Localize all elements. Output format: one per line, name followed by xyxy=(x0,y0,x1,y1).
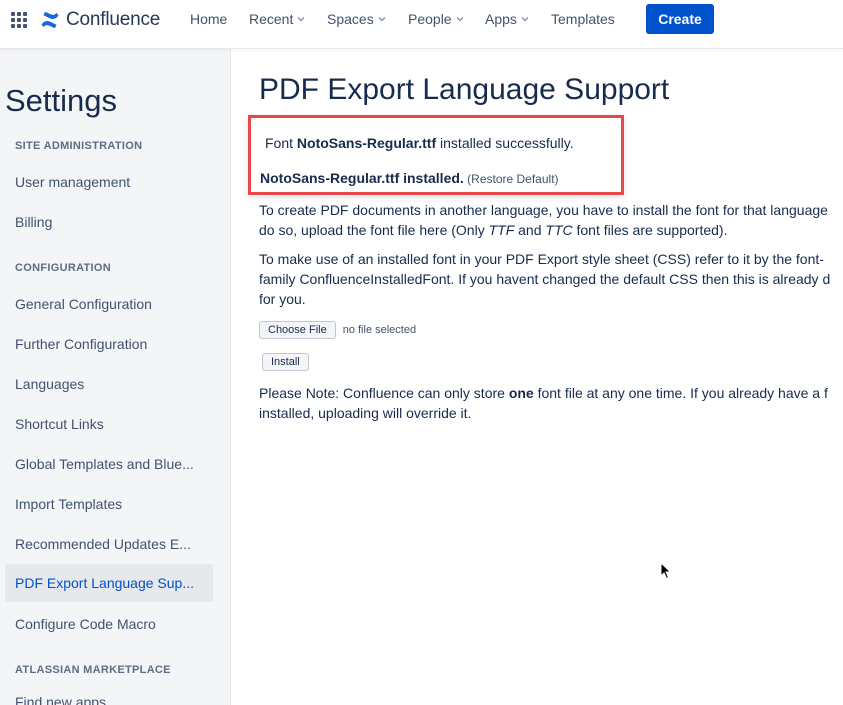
confluence-logo-icon xyxy=(41,11,59,29)
nav-spaces[interactable]: Spaces xyxy=(327,11,386,27)
chevron-down-icon xyxy=(297,17,305,22)
sidebar-item-further-configuration[interactable]: Further Configuration xyxy=(5,325,213,363)
section-atlassian-marketplace: ATLASSIAN MARKETPLACE xyxy=(15,664,171,676)
chevron-down-icon xyxy=(521,17,529,22)
sidebar-item-import-templates[interactable]: Import Templates xyxy=(5,485,213,523)
section-configuration: CONFIGURATION xyxy=(15,262,111,274)
nav-spaces-label: Spaces xyxy=(327,11,374,27)
section-site-administration: SITE ADMINISTRATION xyxy=(15,140,143,152)
logo-text: Confluence xyxy=(66,9,161,30)
notice-suffix: installed successfully. xyxy=(436,135,574,151)
install-success-message: Font NotoSans-Regular.ttf installed succ… xyxy=(265,135,574,151)
settings-sidebar: Settings SITE ADMINISTRATION User manage… xyxy=(0,48,231,705)
nav-templates-label: Templates xyxy=(551,11,615,27)
intro-line-1: To create PDF documents in another langu… xyxy=(259,202,828,218)
install-row: Install xyxy=(262,353,309,371)
confluence-logo[interactable]: Confluence xyxy=(40,9,160,31)
sidebar-item-billing[interactable]: Billing xyxy=(5,203,213,241)
css-usage-paragraph: To make use of an installed font in your… xyxy=(259,249,830,309)
create-button[interactable]: Create xyxy=(646,4,714,34)
success-notice: Font NotoSans-Regular.ttf installed succ… xyxy=(248,115,624,195)
main-content: PDF Export Language Support Font NotoSan… xyxy=(231,48,843,705)
nav-templates[interactable]: Templates xyxy=(551,11,615,27)
nav-people[interactable]: People xyxy=(408,11,464,27)
sidebar-item-languages[interactable]: Languages xyxy=(5,365,213,403)
sidebar-item-find-new-apps[interactable]: Find new apps xyxy=(5,683,213,705)
sidebar-item-pdf-export-language[interactable]: PDF Export Language Sup... xyxy=(5,564,213,602)
file-picker: Choose File no file selected xyxy=(259,321,416,339)
choose-file-button[interactable]: Choose File xyxy=(259,321,336,339)
font-name: NotoSans-Regular.ttf xyxy=(296,135,437,151)
nav-recent[interactable]: Recent xyxy=(249,11,305,27)
nav-home[interactable]: Home xyxy=(190,11,227,27)
sidebar-item-configure-code-macro[interactable]: Configure Code Macro xyxy=(5,605,213,643)
restore-close: ) xyxy=(554,172,559,186)
chevron-down-icon xyxy=(456,17,464,22)
restore-default-link[interactable]: Restore Default xyxy=(471,172,554,186)
nav-home-label: Home xyxy=(190,11,228,27)
no-file-selected-text: no file selected xyxy=(342,324,417,336)
nav-recent-label: Recent xyxy=(249,11,294,27)
note-line-1b: font file at any one time. If you alread… xyxy=(533,385,828,401)
note-line-1a: Please Note: Confluence can only store xyxy=(259,385,509,401)
sidebar-item-user-management[interactable]: User management xyxy=(5,163,213,201)
intro-line-2a: do so, upload the font file here (Only xyxy=(259,222,489,238)
nav-apps-label: Apps xyxy=(485,11,517,27)
intro-line-2b: font files are supported). xyxy=(572,222,728,238)
sidebar-item-recommended-updates[interactable]: Recommended Updates E... xyxy=(5,525,213,563)
note-paragraph: Please Note: Confluence can only store o… xyxy=(259,383,828,423)
intro-line-2: do so, upload the font file here (Only T… xyxy=(259,220,828,240)
sidebar-item-shortcut-links[interactable]: Shortcut Links xyxy=(5,405,213,443)
sidebar-title: Settings xyxy=(5,83,118,118)
note-line-1: Please Note: Confluence can only store o… xyxy=(259,383,828,403)
app-switcher-icon[interactable] xyxy=(11,12,27,28)
installed-font-text: NotoSans-Regular.ttf installed. xyxy=(260,170,464,186)
ttf-text: TTF xyxy=(488,222,515,238)
installed-font-status: NotoSans-Regular.ttf installed. (Restore… xyxy=(260,170,559,186)
chevron-down-icon xyxy=(378,17,386,22)
and-text: and xyxy=(514,222,546,238)
note-bold: one xyxy=(508,385,534,401)
sidebar-item-general-configuration[interactable]: General Configuration xyxy=(5,285,213,323)
top-navigation: Confluence Home Recent Spaces People App… xyxy=(0,0,843,48)
note-line-2: installed, uploading will override it. xyxy=(259,405,472,421)
page-title: PDF Export Language Support xyxy=(259,73,670,106)
install-button[interactable]: Install xyxy=(262,353,309,371)
css-line-1: To make use of an installed font in your… xyxy=(259,251,824,267)
css-line-3: for you. xyxy=(259,291,306,307)
notice-prefix: Font xyxy=(265,135,297,151)
css-line-2: family ConfluenceInstalledFont. If you h… xyxy=(259,271,831,287)
ttc-text: TTC xyxy=(545,222,573,238)
mouse-cursor-icon xyxy=(660,562,672,580)
nav-people-label: People xyxy=(408,11,452,27)
nav-apps[interactable]: Apps xyxy=(485,11,529,27)
sidebar-item-global-templates[interactable]: Global Templates and Blue... xyxy=(5,445,213,483)
intro-paragraph: To create PDF documents in another langu… xyxy=(259,200,828,240)
